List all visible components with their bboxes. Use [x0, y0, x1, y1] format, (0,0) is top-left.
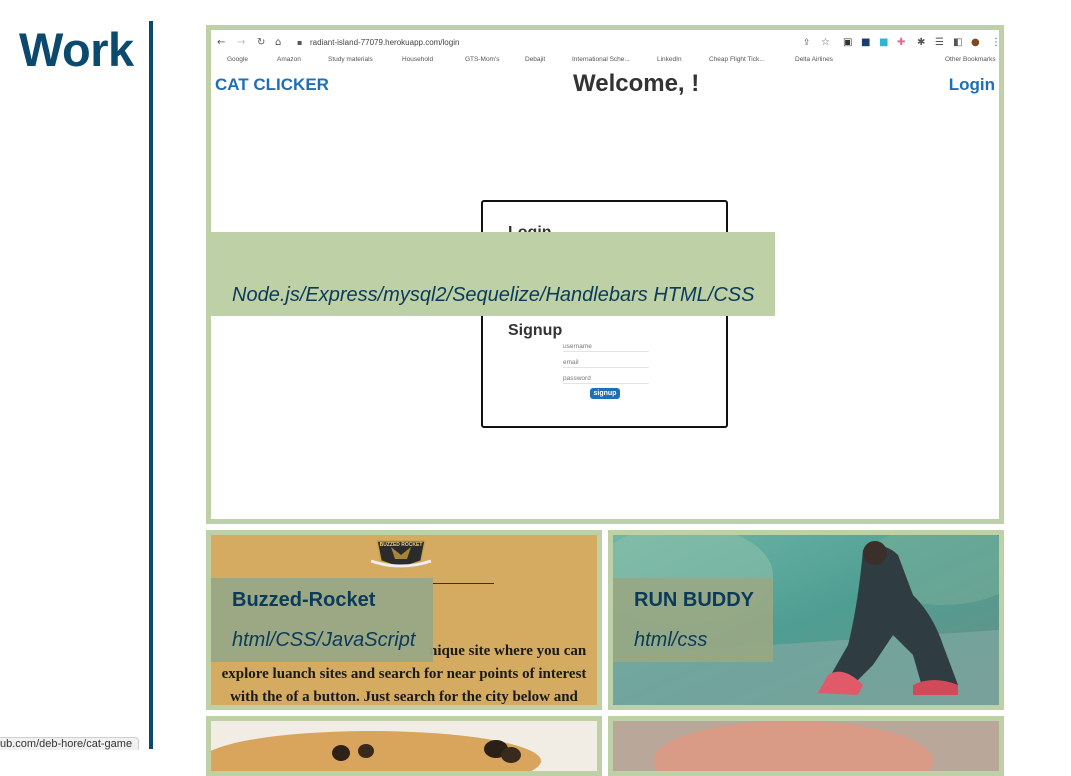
bookmark: Google [227, 56, 248, 63]
share-icon: ⇪ [803, 38, 811, 48]
section-title: Work [19, 23, 134, 76]
project-screenshot [211, 721, 597, 771]
description-line: with the of a button. Just search for th… [230, 689, 578, 705]
bookmark: Cheap Flight Tick... [709, 56, 765, 63]
extension-icon: ✚ [897, 37, 906, 48]
avatar-icon: ● [971, 37, 980, 48]
reload-icon: ↻ [257, 37, 266, 48]
bookmark: Other Bookmarks [945, 56, 996, 63]
project-title: RUN BUDDY [634, 589, 754, 611]
username-field: username [563, 342, 649, 352]
bookmarks-bar: Google Amazon Study materials Household … [215, 55, 999, 65]
project-tech: html/CSS/JavaScript [232, 629, 416, 651]
project-overlay: RUN BUDDY html/css [613, 578, 773, 662]
bookmark: Study materials [328, 56, 373, 63]
project-card-run-buddy[interactable]: RUN BUDDY html/css [608, 530, 1004, 710]
star-icon: ☆ [821, 37, 830, 48]
project-card-4[interactable] [206, 716, 602, 776]
forward-arrow-icon: → [237, 37, 246, 48]
extension-icon: ▣ [843, 37, 853, 48]
bookmark: GTS-Mom's [465, 56, 500, 63]
login-link: Login [948, 75, 995, 94]
bookmark: Delta Airlines [795, 56, 833, 63]
bookmark: Amazon [277, 56, 301, 63]
description-line: explore luanch sites and search for near… [221, 666, 587, 682]
sidebar-icon: ◧ [953, 37, 963, 48]
puzzle-icon: ✱ [917, 37, 926, 48]
reading-list-icon: ☰ [935, 37, 944, 48]
extension-icon: ■ [861, 37, 871, 48]
password-field: password [563, 374, 649, 384]
project-card-buzzed-rocket[interactable]: BUZZED ROCKET nique site where you can e… [206, 530, 602, 710]
buzzed-rocket-logo: BUZZED ROCKET [370, 540, 432, 569]
project-tech: html/css [634, 629, 708, 651]
bookmark: International Sche... [572, 56, 630, 63]
status-bar-url: ub.com/deb-hore/cat-game [0, 737, 140, 750]
bookmark: Household [402, 56, 434, 63]
back-arrow-icon: ← [217, 37, 226, 48]
project-title: Buzzed-Rocket [232, 589, 376, 611]
project-overlay: Buzzed-Rocket html/CSS/JavaScript [211, 578, 433, 662]
project-screenshot [613, 721, 999, 771]
project-card-5[interactable] [608, 716, 1004, 776]
project-tech: Node.js/Express/mysql2/Sequelize/Handleb… [232, 284, 755, 306]
bookmark: Debajit [525, 56, 546, 63]
project-overlay: Node.js/Express/mysql2/Sequelize/Handleb… [211, 232, 775, 316]
bookmark: LinkedIn [657, 56, 682, 63]
address-bar-url: radiant-island-77079.herokuapp.com/login [310, 38, 460, 47]
signup-button: signup [590, 388, 620, 399]
browser-chrome: ← → ↻ ⌂ ▪ radiant-island-77079.herokuapp… [211, 30, 999, 68]
welcome-heading: Welcome, ! [573, 70, 700, 97]
email-field: email [563, 358, 649, 368]
lock-icon: ▪ [297, 38, 303, 47]
signup-heading: Signup [508, 322, 563, 339]
home-icon: ⌂ [275, 37, 282, 48]
logo-text: BUZZED ROCKET [380, 542, 423, 548]
menu-dots-icon: ⋮ [991, 36, 999, 50]
extension-icon: ■ [879, 37, 889, 48]
project-card-cat-clicker[interactable]: ← → ↻ ⌂ ▪ radiant-island-77079.herokuapp… [206, 25, 1004, 524]
section-divider [149, 21, 153, 749]
divider-line [431, 583, 494, 584]
app-brand: CAT CLICKER [215, 75, 329, 94]
